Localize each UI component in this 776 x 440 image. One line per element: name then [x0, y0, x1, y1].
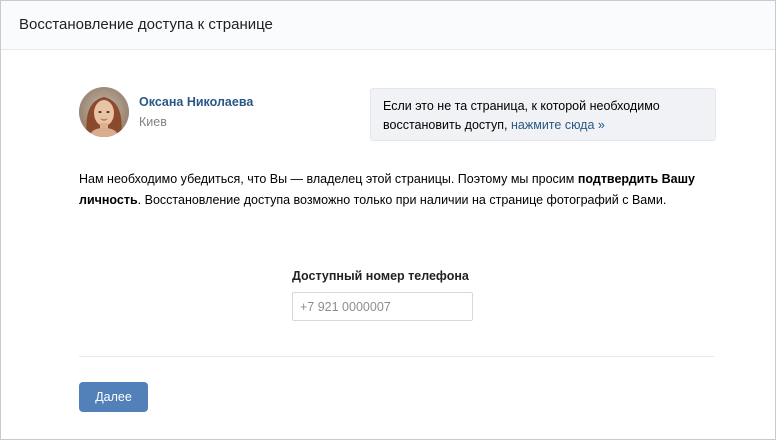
avatar-photo: [79, 87, 129, 137]
wrong-page-notice: Если это не та страница, к которой необх…: [370, 88, 716, 141]
click-here-link[interactable]: нажмите сюда »: [511, 118, 605, 132]
intro-text-end: . Восстановление доступа возможно только…: [137, 193, 667, 207]
next-button[interactable]: Далее: [79, 382, 148, 412]
profile-city: Киев: [139, 115, 167, 129]
phone-input[interactable]: [292, 292, 473, 321]
avatar[interactable]: [79, 87, 129, 137]
restore-access-page: Восстановление доступа к странице Оксана…: [0, 0, 776, 440]
divider: [79, 356, 714, 357]
intro-text-start: Нам необходимо убедиться, что Вы — владе…: [79, 172, 578, 186]
page-header: Восстановление доступа к странице: [1, 1, 775, 50]
profile-name-link[interactable]: Оксана Николаева: [139, 95, 253, 109]
verification-instructions: Нам необходимо убедиться, что Вы — владе…: [79, 169, 719, 211]
page-title: Восстановление доступа к странице: [19, 16, 273, 33]
phone-label: Доступный номер телефона: [292, 269, 469, 283]
